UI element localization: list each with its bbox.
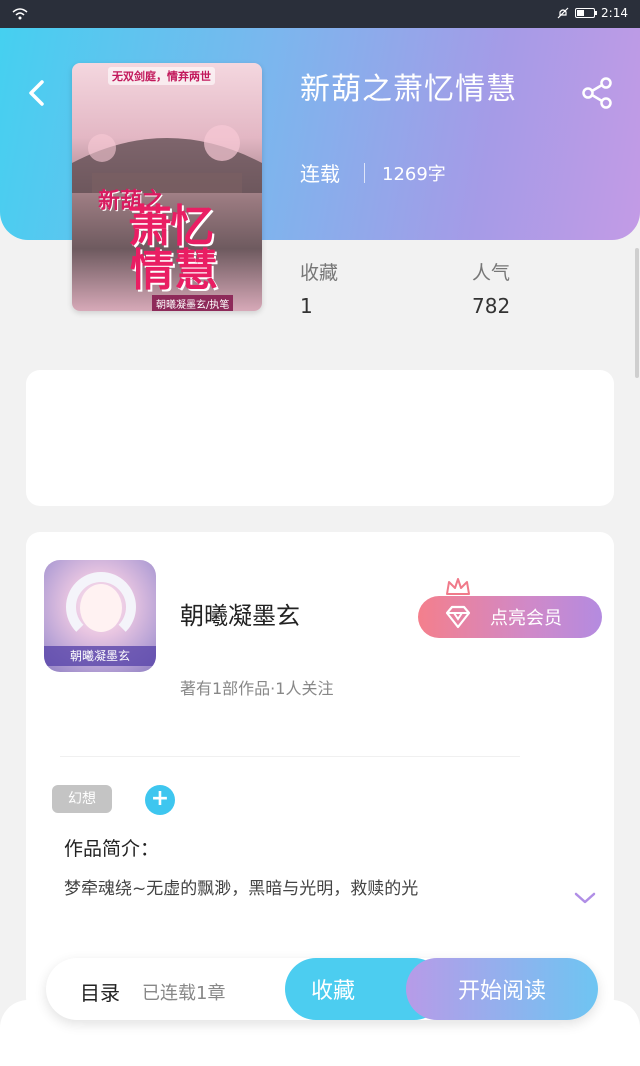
collect-stat-value: 1 bbox=[300, 294, 313, 318]
start-reading-button[interactable]: 开始阅读 bbox=[406, 958, 598, 1020]
cover-author-strip: 朝曦凝墨玄/执笔 bbox=[152, 295, 234, 311]
wifi-icon bbox=[12, 8, 28, 20]
author-avatar[interactable]: 朝曦凝墨玄 bbox=[44, 560, 156, 672]
intro-text: 梦牵魂绕~无虚的飘渺，黑暗与光明，救赎的光 bbox=[64, 879, 419, 899]
cover-title-line2: 萧忆 bbox=[128, 201, 214, 252]
meta-divider bbox=[364, 163, 365, 183]
author-meta: 著有1部作品·1人关注 bbox=[180, 679, 334, 698]
author-name[interactable]: 朝曦凝墨玄 bbox=[180, 596, 300, 631]
genre-tag[interactable]: 幻想 bbox=[52, 785, 112, 813]
intro-label: 作品简介： bbox=[64, 838, 160, 860]
share-icon[interactable] bbox=[580, 76, 614, 110]
collect-stat-label: 收藏 bbox=[300, 262, 339, 284]
status-right: 2:14 bbox=[557, 6, 628, 20]
battery-icon bbox=[575, 8, 598, 18]
word-count: 1269字 bbox=[382, 164, 446, 185]
book-cover[interactable]: 无双剑庭，情弃两世 新葫之 萧忆 情慧 朝曦凝墨玄/执笔 bbox=[72, 63, 262, 311]
blank-card bbox=[26, 370, 614, 506]
chapter-count: 已连载1章 bbox=[142, 983, 226, 1004]
serial-status: 连载 bbox=[300, 162, 340, 186]
crown-icon bbox=[446, 578, 470, 595]
avatar-face-art bbox=[80, 584, 122, 632]
status-bar: 2:14 bbox=[0, 0, 640, 28]
back-icon[interactable] bbox=[20, 76, 54, 110]
notification-off-icon bbox=[557, 7, 569, 19]
plus-icon[interactable]: + bbox=[145, 785, 175, 815]
popularity-stat-label: 人气 bbox=[472, 262, 511, 284]
avatar-banner: 朝曦凝墨玄 bbox=[44, 646, 156, 666]
book-title: 新葫之萧忆情慧 bbox=[300, 72, 517, 107]
diamond-icon bbox=[445, 605, 471, 629]
popularity-stat-value: 782 bbox=[472, 294, 511, 318]
clock: 2:14 bbox=[601, 6, 628, 20]
toc-button[interactable]: 目录 bbox=[80, 977, 120, 1006]
scrollbar[interactable] bbox=[635, 248, 639, 378]
chevron-down-icon[interactable] bbox=[572, 888, 598, 908]
cover-title-line3: 情慧 bbox=[130, 245, 218, 296]
card-divider bbox=[60, 756, 520, 757]
cover-tagline: 无双剑庭，情弃两世 bbox=[108, 67, 215, 85]
